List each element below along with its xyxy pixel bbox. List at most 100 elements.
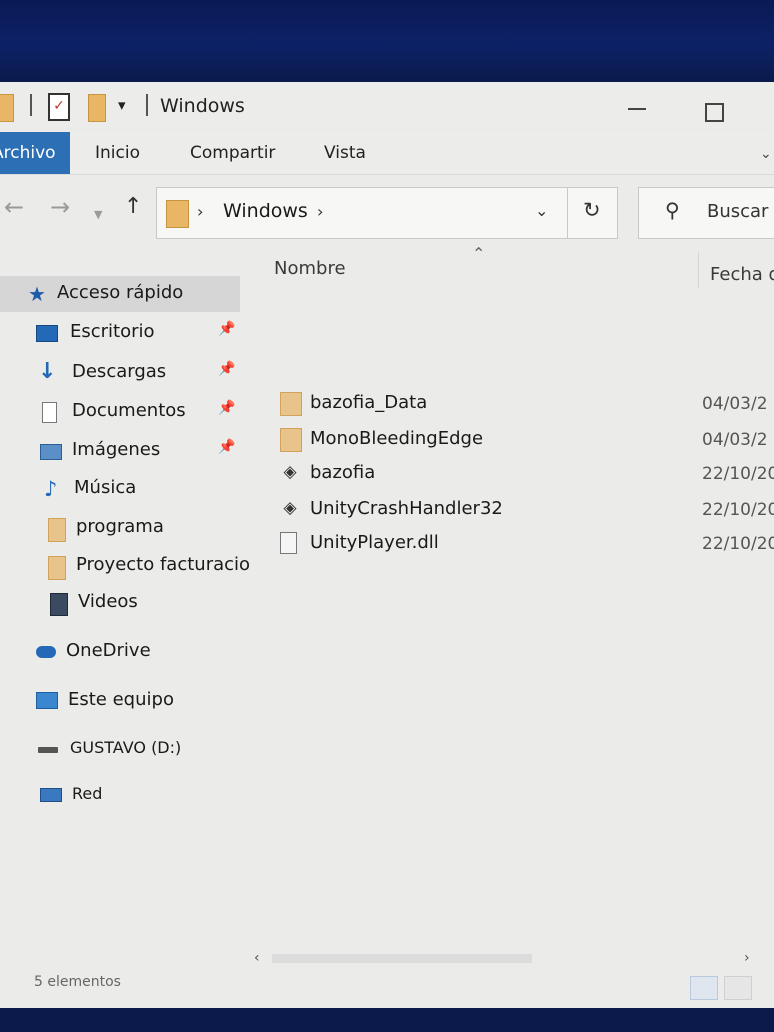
breadcrumb-current-folder[interactable]: Windows <box>223 200 308 222</box>
maximize-button[interactable] <box>705 103 724 122</box>
nav-item-este-equipo[interactable]: Este equipo <box>0 683 250 719</box>
column-divider[interactable] <box>698 252 699 288</box>
computer-icon <box>36 692 58 709</box>
nav-item-label: Videos <box>78 591 138 612</box>
nav-item-descargas[interactable]: ↓ Descargas 📌 <box>0 355 250 391</box>
pin-icon[interactable]: 📌 <box>218 361 235 377</box>
navigation-bar: ← → ▼ ↑ › Windows › ⌄ ↻ ⚲ Buscar en Wind… <box>0 182 774 242</box>
nav-item-imagenes[interactable]: Imágenes 📌 <box>0 433 250 469</box>
network-icon <box>40 788 62 802</box>
star-icon: ★ <box>28 282 46 306</box>
pin-icon[interactable]: 📌 <box>218 400 235 416</box>
scroll-right-chevron-icon[interactable]: › <box>744 950 750 966</box>
tab-inicio[interactable]: Inicio <box>95 132 140 174</box>
tab-archivo[interactable]: Archivo <box>0 132 70 174</box>
forward-arrow-icon[interactable]: → <box>50 192 70 222</box>
search-box[interactable]: ⚲ Buscar en Windows <box>638 187 774 239</box>
search-input[interactable]: Buscar en Windows <box>707 201 774 222</box>
customize-quick-access-chevron-icon[interactable]: ▾ <box>118 96 126 114</box>
nav-item-acceso-rapido[interactable]: ★ Acceso rápido <box>0 276 240 312</box>
file-name: UnityCrashHandler32 <box>310 498 503 519</box>
item-count: 5 elementos <box>34 974 121 990</box>
nav-item-label: Documentos <box>72 400 186 421</box>
unity-app-icon: ◈ <box>283 462 297 482</box>
back-arrow-icon[interactable]: ← <box>4 192 24 222</box>
toolbar-separator <box>30 94 32 116</box>
desktop-icon <box>36 325 58 342</box>
music-note-icon: ♪ <box>44 477 58 501</box>
unity-app-icon: ◈ <box>283 498 297 518</box>
file-name: bazofia <box>310 462 376 483</box>
new-folder-icon[interactable] <box>88 94 106 122</box>
nav-item-gustavo-drive[interactable]: GUSTAVO (D:) <box>0 730 250 766</box>
nav-item-musica[interactable]: ♪ Música <box>0 471 250 507</box>
recent-locations-chevron-icon[interactable]: ▼ <box>94 200 102 230</box>
drive-icon <box>38 747 58 753</box>
file-row[interactable]: ◈ UnityCrashHandler32 22/10/20 <box>250 492 774 526</box>
column-header-date[interactable]: Fecha d <box>710 264 774 285</box>
file-row[interactable]: UnityPlayer.dll 22/10/20 <box>250 526 774 560</box>
nav-item-programa[interactable]: programa <box>0 510 250 546</box>
nav-item-documentos[interactable]: Documentos 📌 <box>0 394 250 430</box>
address-history-chevron-icon[interactable]: ⌄ <box>535 201 548 220</box>
folder-icon <box>48 518 66 542</box>
expand-ribbon-chevron-icon[interactable]: ⌄ <box>760 146 772 162</box>
title-bar: ✓ ▾ Windows <box>0 82 774 128</box>
file-row[interactable]: ◈ bazofia 22/10/20 <box>250 456 774 490</box>
status-bar: 5 elementos <box>0 974 774 1008</box>
folder-icon <box>280 428 302 452</box>
nav-item-onedrive[interactable]: OneDrive <box>0 634 250 670</box>
navigation-pane: ★ Acceso rápido Escritorio 📌 ↓ Descargas… <box>0 252 250 952</box>
folder-icon <box>48 556 66 580</box>
breadcrumb-chevron-icon[interactable]: › <box>317 202 323 221</box>
nav-item-escritorio[interactable]: Escritorio 📌 <box>0 315 250 351</box>
quick-access-folder-icon[interactable] <box>0 94 14 122</box>
horizontal-scrollbar[interactable]: ‹ › <box>250 950 774 968</box>
up-arrow-icon[interactable]: ↑ <box>124 192 142 222</box>
pin-icon[interactable]: 📌 <box>218 439 235 455</box>
file-name: MonoBleedingEdge <box>310 428 484 449</box>
file-date: 22/10/20 <box>702 464 774 484</box>
tab-compartir[interactable]: Compartir <box>190 132 275 174</box>
pin-icon[interactable]: 📌 <box>218 321 235 337</box>
column-header-name[interactable]: Nombre <box>274 258 346 279</box>
folder-icon <box>280 392 302 416</box>
window-title: Windows <box>160 95 245 117</box>
tab-vista[interactable]: Vista <box>324 132 366 174</box>
scroll-left-chevron-icon[interactable]: ‹ <box>254 950 260 966</box>
file-row[interactable]: bazofia_Data 04/03/2 <box>250 386 774 420</box>
nav-item-red[interactable]: Red <box>0 776 250 812</box>
document-icon <box>42 402 57 423</box>
address-bar[interactable]: › Windows › ⌄ ↻ <box>156 187 618 239</box>
nav-item-label: Música <box>74 477 137 498</box>
video-icon <box>50 593 68 616</box>
address-folder-icon <box>166 200 189 228</box>
breadcrumb-chevron-icon[interactable]: › <box>197 202 203 221</box>
large-icons-view-icon[interactable] <box>724 976 752 1000</box>
sort-ascending-chevron-icon: ⌃ <box>472 244 486 263</box>
refresh-icon[interactable]: ↻ <box>583 198 601 222</box>
nav-item-label: Acceso rápido <box>57 282 184 303</box>
nav-item-videos[interactable]: Videos <box>0 585 250 621</box>
nav-item-label: Red <box>72 784 103 803</box>
file-date: 22/10/20 <box>702 534 774 554</box>
nav-item-label: Descargas <box>72 361 167 382</box>
download-arrow-icon: ↓ <box>38 359 57 384</box>
nav-item-label: programa <box>76 516 164 537</box>
cloud-icon <box>36 646 56 658</box>
details-view-icon[interactable] <box>690 976 718 1000</box>
file-explorer-window: ✓ ▾ Windows Archivo Inicio Compartir Vis… <box>0 82 774 1008</box>
nav-item-label: Este equipo <box>68 689 174 710</box>
address-divider <box>567 188 568 238</box>
nav-item-proyecto-facturacio[interactable]: Proyecto facturacio <box>0 548 250 584</box>
scrollbar-thumb[interactable] <box>272 954 532 963</box>
file-name: bazofia_Data <box>310 392 428 413</box>
nav-item-label: Proyecto facturacio <box>76 554 251 575</box>
file-date: 22/10/20 <box>702 500 774 520</box>
file-row[interactable]: MonoBleedingEdge 04/03/2 <box>250 422 774 456</box>
nav-item-label: Imágenes <box>72 439 161 460</box>
properties-icon[interactable]: ✓ <box>48 93 70 121</box>
nav-item-label: GUSTAVO (D:) <box>70 738 182 757</box>
toolbar-separator <box>146 94 148 116</box>
minimize-button[interactable] <box>628 108 646 110</box>
